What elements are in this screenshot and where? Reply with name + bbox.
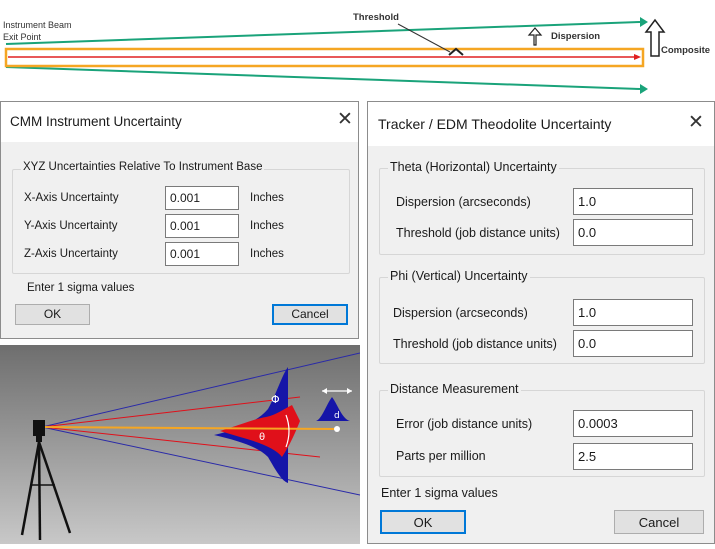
upper-cone-line [5, 21, 641, 45]
x-axis-uncertainty-input[interactable] [165, 186, 239, 210]
target-point [334, 426, 340, 432]
composite-label: Composite [661, 45, 711, 56]
cmm-cancel-button[interactable]: Cancel [272, 304, 348, 325]
beam-uncertainty-diagram: Instrument Beam Exit Point Threshold Dis… [0, 0, 715, 98]
tracker-uncertainty-illustration: Φ θ d [0, 345, 361, 544]
x-axis-label: X-Axis Uncertainty [24, 192, 119, 204]
lower-cone-arrowhead [640, 84, 648, 94]
phi-dispersion-label: Dispersion (arcseconds) [393, 306, 528, 320]
tracker-close-icon[interactable]: ✕ [686, 113, 706, 133]
theta-dispersion-label: Dispersion (arcseconds) [396, 195, 531, 209]
x-axis-unit: Inches [250, 192, 284, 204]
lower-cone-line [5, 66, 641, 90]
tracker-mount [36, 436, 42, 442]
threshold-label: Threshold [353, 12, 399, 23]
cmm-ok-button[interactable]: OK [15, 304, 90, 325]
tracker-dialog-title: Tracker / EDM Theodolite Uncertainty [378, 116, 612, 132]
tracker-ok-button[interactable]: OK [380, 510, 466, 534]
cmm-uncertainty-dialog: CMM Instrument Uncertainty ✕ XYZ Uncerta… [0, 101, 359, 339]
distance-group-label: Distance Measurement [388, 382, 521, 396]
theta-threshold-input[interactable] [573, 219, 693, 246]
phi-symbol: Φ [271, 393, 280, 406]
cmm-close-icon[interactable]: ✕ [335, 110, 355, 130]
z-axis-unit: Inches [250, 248, 284, 260]
tripod-leg-middle [37, 441, 42, 541]
tracker-illustration-svg: Φ θ d [0, 345, 361, 544]
dispersion-arrow-icon [527, 27, 543, 46]
distance-error-label: Error (job distance units) [396, 417, 533, 431]
phi-dispersion-input[interactable] [573, 299, 693, 326]
tracker-cancel-button[interactable]: Cancel [614, 510, 704, 534]
theta-dispersion-input[interactable] [573, 188, 693, 215]
theta-threshold-label: Threshold (job distance units) [396, 226, 560, 240]
cmm-dialog-titlebar: CMM Instrument Uncertainty ✕ [1, 102, 358, 142]
dispersion-label: Dispersion [551, 31, 601, 42]
cmm-group-label: XYZ Uncertainties Relative To Instrument… [21, 161, 265, 173]
tracker-head-icon [33, 420, 45, 436]
distance-error-input[interactable] [573, 410, 693, 437]
phi-threshold-label: Threshold (job distance units) [393, 337, 557, 351]
cmm-dialog-title: CMM Instrument Uncertainty [10, 114, 182, 129]
z-axis-uncertainty-input[interactable] [165, 242, 239, 266]
ppm-input[interactable] [573, 443, 693, 470]
tracker-dialog-titlebar: Tracker / EDM Theodolite Uncertainty ✕ [368, 102, 714, 146]
distance-symbol: d [334, 411, 340, 421]
ppm-label: Parts per million [396, 449, 486, 463]
phi-threshold-input[interactable] [573, 330, 693, 357]
phi-group-label: Phi (Vertical) Uncertainty [388, 269, 530, 283]
theta-group-label: Theta (Horizontal) Uncertainty [388, 160, 559, 174]
illustration-background [0, 345, 360, 544]
y-axis-uncertainty-input[interactable] [165, 214, 239, 238]
upper-cone-arrowhead [640, 17, 648, 27]
y-axis-unit: Inches [250, 220, 284, 232]
tracker-uncertainty-dialog: Tracker / EDM Theodolite Uncertainty ✕ T… [367, 101, 715, 544]
theta-symbol: θ [259, 432, 265, 443]
exit-point-label-line1: Instrument Beam [3, 20, 72, 30]
tracker-sigma-note: Enter 1 sigma values [381, 486, 498, 500]
z-axis-label: Z-Axis Uncertainty [24, 248, 118, 260]
exit-point-label-line2: Exit Point [3, 32, 42, 42]
cmm-sigma-note: Enter 1 sigma values [27, 282, 135, 294]
beam-arrowhead [634, 54, 641, 60]
y-axis-label: Y-Axis Uncertainty [24, 220, 118, 232]
